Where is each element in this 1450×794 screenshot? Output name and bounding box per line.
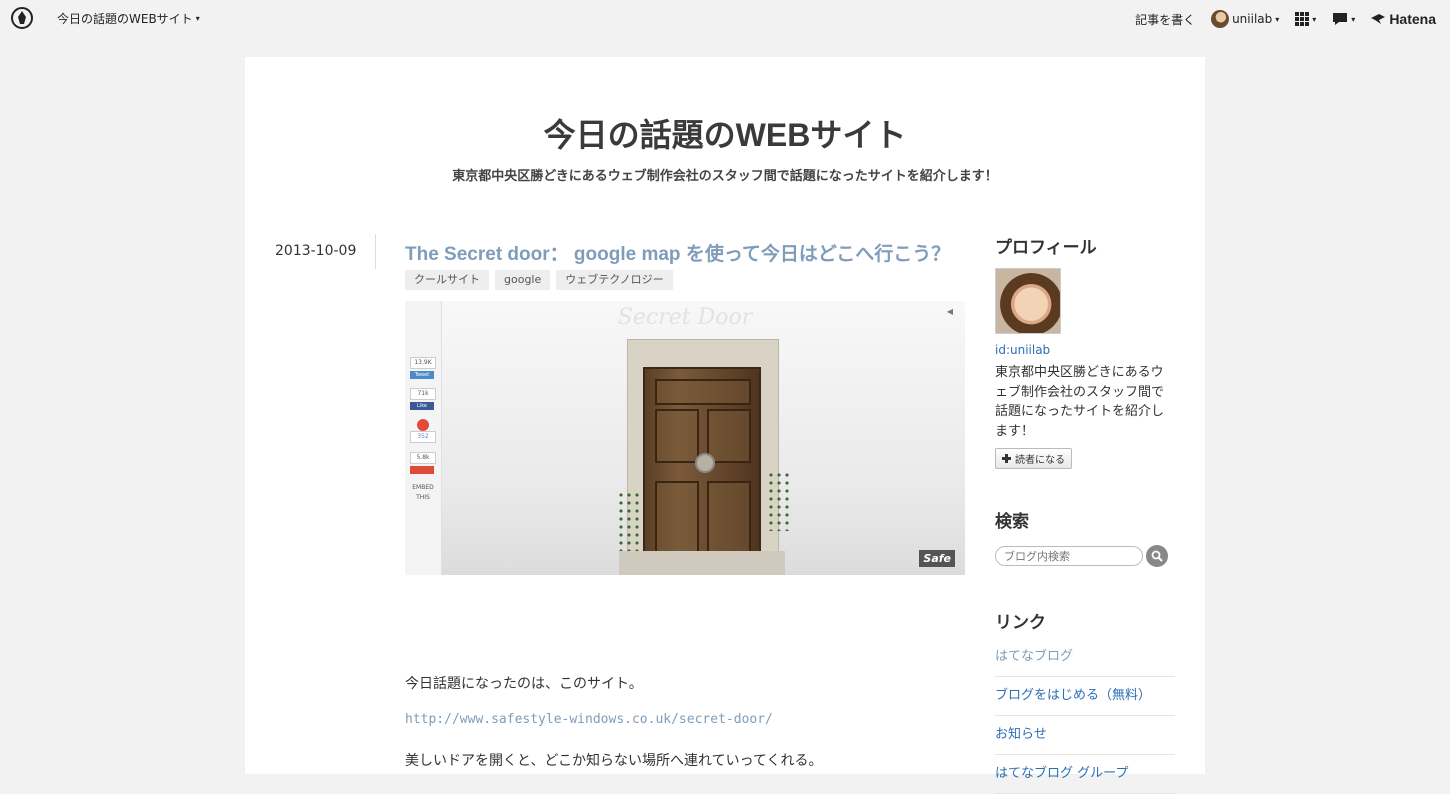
blog-title[interactable]: 今日の話題のWEBサイト [245, 110, 1205, 156]
sidebar-link[interactable]: お知らせ [995, 716, 1175, 755]
safestyle-logo: Safe [919, 550, 955, 567]
plus-icon [1002, 454, 1011, 463]
category-tag[interactable]: google [495, 270, 551, 290]
category-tag[interactable]: クールサイト [405, 270, 489, 290]
subscribe-label: 読者になる [1015, 455, 1065, 466]
embed-label: EMBED THIS [412, 484, 434, 501]
tweet-button: Tweet [410, 371, 434, 379]
vine-decoration [617, 491, 639, 551]
like-widget: 71k Like [410, 388, 436, 410]
stumble-count: 352 [410, 431, 436, 443]
door-step [619, 551, 785, 575]
door-knocker [695, 453, 715, 473]
like-button: Like [410, 402, 434, 410]
blog-container: 今日の話題のWEBサイト 東京都中央区勝どきにあるウェブ制作会社のスタッフ間で話… [245, 57, 1205, 794]
grid-icon [1295, 12, 1310, 26]
entry-paragraph: 美しいドアを開くと、どこか知らない場所へ連れていってくれる。 [405, 753, 823, 769]
tweet-widget: 13.9K Tweet [410, 357, 436, 379]
blog-search-input[interactable] [995, 546, 1143, 566]
user-menu[interactable]: uniilab ▾ [1211, 10, 1279, 28]
plus-widget: 5.8k [410, 452, 436, 474]
notifications-menu[interactable]: ▾ [1332, 12, 1355, 26]
blog-switcher-menu[interactable]: 今日の話題のWEBサイト ▾ [57, 10, 200, 27]
search-icon [1151, 550, 1163, 562]
profile-id-link[interactable]: id:uniilab [995, 343, 1050, 357]
hatena-brand-link[interactable]: Hatena [1371, 11, 1436, 27]
chevron-down-icon: ▾ [1312, 14, 1317, 24]
global-header: 今日の話題のWEBサイト ▾ 記事を書く uniilab ▾ ▾ ▾ Haten… [0, 0, 1450, 38]
plus-count: 5.8k [410, 452, 436, 464]
social-share-column: 13.9K Tweet 71k Like 352 5.8k EMBED THIS [405, 301, 442, 575]
services-menu[interactable]: ▾ [1295, 12, 1316, 26]
chevron-down-icon: ▾ [195, 14, 200, 23]
entry-external-link[interactable]: http://www.safestyle-windows.co.uk/secre… [405, 712, 773, 727]
plus-button [410, 466, 434, 474]
vine-decoration [767, 471, 789, 531]
profile-module-title: プロフィール [995, 238, 1097, 258]
hatena-brand-label: Hatena [1389, 11, 1436, 27]
hatena-bird-icon [1371, 14, 1386, 24]
sidebar-link[interactable]: ブログをはじめる（無料） [995, 677, 1175, 716]
tweet-count: 13.9K [410, 357, 436, 369]
sidebar-link[interactable]: はてなブログ グループ [995, 755, 1175, 794]
write-entry-link[interactable]: 記事を書く [1135, 11, 1195, 28]
like-count: 71k [410, 388, 436, 400]
profile-description: 東京都中央区勝どきにあるウェブ制作会社のスタッフ間で話題になったサイトを紹介しま… [995, 365, 1165, 439]
blog-switcher-label: 今日の話題のWEBサイト [57, 12, 193, 26]
entry-screenshot-image: 13.9K Tweet 71k Like 352 5.8k EMBED THIS… [405, 301, 965, 575]
search-button[interactable] [1146, 545, 1168, 567]
blog-description: 東京都中央区勝どきにあるウェブ制作会社のスタッフ間で話題になったサイトを紹介しま… [452, 169, 998, 184]
entry-paragraph: 今日話題になったのは、このサイト。 [405, 676, 643, 692]
stumble-widget: 352 [410, 419, 436, 443]
links-list: はてなブログ ブログをはじめる（無料） お知らせ はてなブログ グループ [995, 638, 1175, 794]
image-watermark: Secret Door [617, 305, 753, 330]
subscribe-button[interactable]: 読者になる [995, 448, 1072, 469]
chevron-down-icon: ▾ [1351, 14, 1356, 24]
chevron-down-icon: ▾ [1275, 14, 1280, 24]
speech-bubble-icon [1333, 13, 1348, 25]
sidebar-link[interactable]: はてなブログ [995, 638, 1175, 677]
category-tag[interactable]: ウェブテクノロジー [556, 270, 673, 290]
username-label: uniilab [1232, 12, 1273, 26]
stumbleupon-icon [417, 419, 429, 431]
avatar [1211, 10, 1230, 28]
write-entry-label: 記事を書く [1135, 12, 1196, 27]
entry-title-link[interactable]: The Secret door： google map を使って今日はどこへ行こ… [405, 239, 965, 266]
profile-avatar[interactable] [995, 268, 1061, 334]
entry-categories: クールサイト google ウェブテクノロジー [405, 270, 673, 290]
hatena-blog-logo-icon[interactable] [11, 7, 33, 29]
entry-date[interactable]: 2013-10-09 [275, 243, 356, 259]
date-divider [375, 234, 376, 269]
links-module-title: リンク [995, 613, 1046, 633]
door-illustration [643, 367, 761, 563]
arrow-left-icon: ◀ [946, 307, 953, 316]
search-module-title: 検索 [995, 512, 1029, 532]
